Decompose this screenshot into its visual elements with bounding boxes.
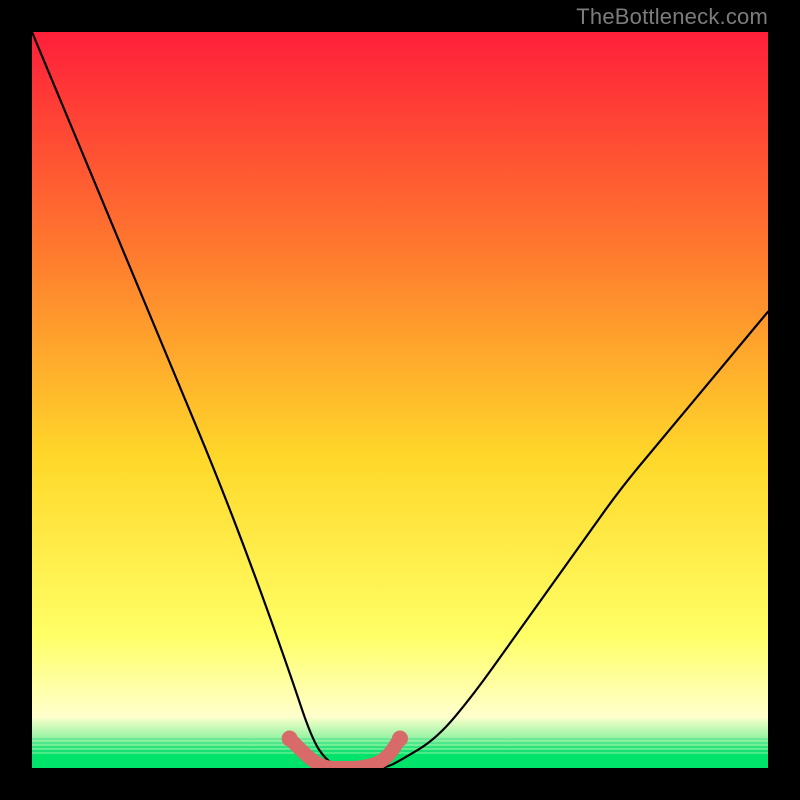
- gradient-background: [32, 32, 768, 768]
- highlight-endpoint-left: [282, 731, 298, 747]
- watermark-text: TheBottleneck.com: [576, 4, 768, 30]
- highlight-endpoint-right: [392, 731, 408, 747]
- chart-svg: [32, 32, 768, 768]
- plot-area: [32, 32, 768, 768]
- outer-frame: TheBottleneck.com: [0, 0, 800, 800]
